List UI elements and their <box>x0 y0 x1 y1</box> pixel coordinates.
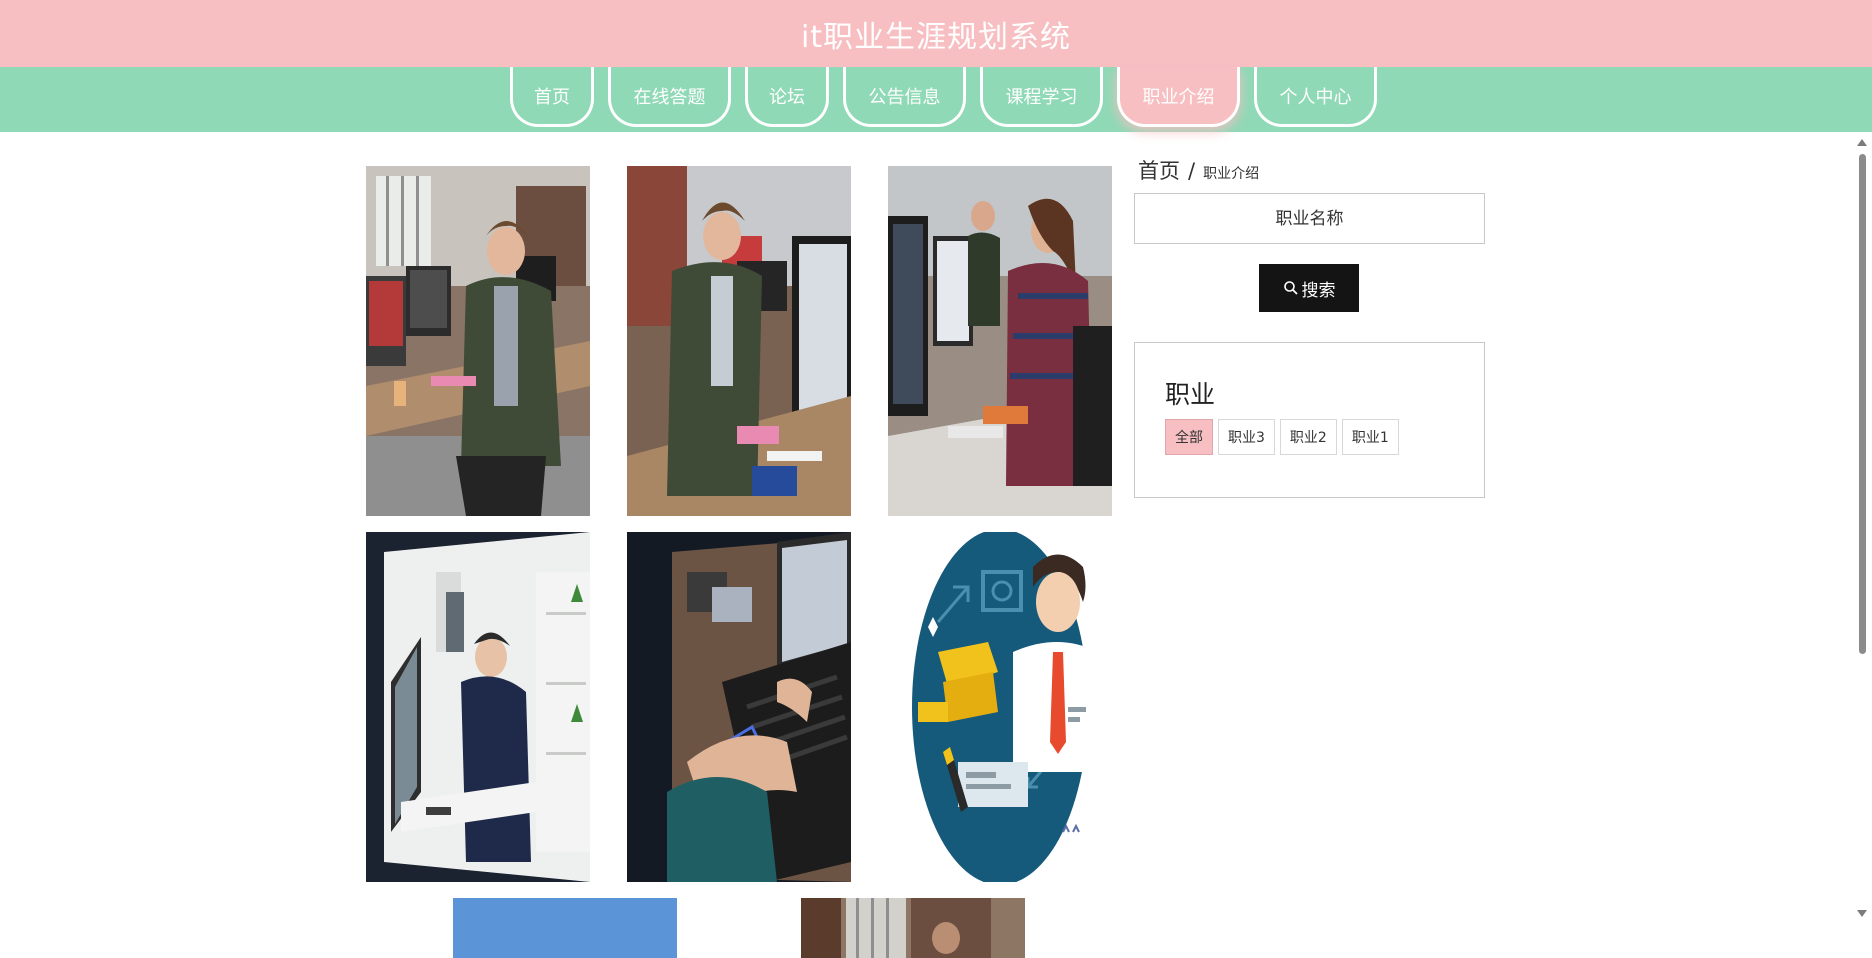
breadcrumb-current: 职业介绍 <box>1203 166 1260 182</box>
breadcrumb-home-link[interactable]: 首页 <box>1138 155 1180 185</box>
filter-tag-career-1[interactable]: 职业1 <box>1341 419 1399 455</box>
career-card-image[interactable] <box>888 532 1112 882</box>
search-button-label: 搜索 <box>1301 280 1336 301</box>
main-content: 首页 / 职业介绍 搜索 职业 全部 职业3 职业2 职业1 <box>0 132 1852 958</box>
nav-item-personal-center[interactable]: 个人中心 <box>1254 67 1377 127</box>
filter-tag-career-2[interactable]: 职业2 <box>1279 419 1337 455</box>
main-nav: 首页 在线答题 论坛 公告信息 课程学习 职业介绍 个人中心 <box>0 67 1872 132</box>
career-card-image[interactable] <box>366 166 590 516</box>
man-at-white-desk-image <box>366 532 590 882</box>
blue-placeholder-image <box>453 898 677 958</box>
businessman-illustration-image <box>888 532 1112 882</box>
site-title: it职业生涯规划系统 <box>800 19 1072 55</box>
search-icon <box>1283 281 1298 295</box>
filter-tag-career-3[interactable]: 职业3 <box>1218 419 1275 455</box>
scroll-up-arrow-icon[interactable] <box>1857 139 1867 146</box>
breadcrumb-separator: / <box>1188 159 1196 183</box>
office-woman-working-image <box>888 166 1112 516</box>
nav-item-announcements[interactable]: 公告信息 <box>843 67 966 127</box>
nav-item-home[interactable]: 首页 <box>510 67 594 127</box>
nav-item-courses[interactable]: 课程学习 <box>980 67 1103 127</box>
nav-list: 首页 在线答题 论坛 公告信息 课程学习 职业介绍 个人中心 <box>510 67 1391 132</box>
nav-item-forum[interactable]: 论坛 <box>745 67 829 127</box>
career-filter-panel: 职业 全部 职业3 职业2 职业1 <box>1134 342 1485 498</box>
search-button[interactable]: 搜索 <box>1259 264 1359 312</box>
filter-tag-all[interactable]: 全部 <box>1165 419 1213 455</box>
office-man-smiling-image <box>366 166 590 516</box>
career-card-image[interactable] <box>627 532 851 882</box>
scroll-down-arrow-icon[interactable] <box>1857 910 1867 917</box>
career-card-image[interactable] <box>801 898 1025 958</box>
office-photo-partial-image <box>801 898 1025 958</box>
page-scrollbar[interactable] <box>1852 132 1872 958</box>
career-card-image[interactable] <box>627 166 851 516</box>
career-name-search-input[interactable] <box>1134 193 1485 244</box>
filter-title: 职业 <box>1165 380 1216 409</box>
top-header: it职业生涯规划系统 <box>0 0 1872 67</box>
career-card-image[interactable] <box>453 898 677 958</box>
breadcrumb: 首页 / 职业介绍 <box>1138 155 1259 185</box>
career-card-image[interactable] <box>888 166 1112 516</box>
office-man-thinking-image <box>627 166 851 516</box>
hands-on-laptop-image <box>627 532 851 882</box>
nav-item-career-intro[interactable]: 职业介绍 <box>1117 67 1240 127</box>
scrollbar-thumb[interactable] <box>1859 154 1866 654</box>
nav-item-online-quiz[interactable]: 在线答题 <box>608 67 731 127</box>
career-card-image[interactable] <box>366 532 590 882</box>
filter-tag-list: 全部 职业3 职业2 职业1 <box>1165 419 1404 455</box>
